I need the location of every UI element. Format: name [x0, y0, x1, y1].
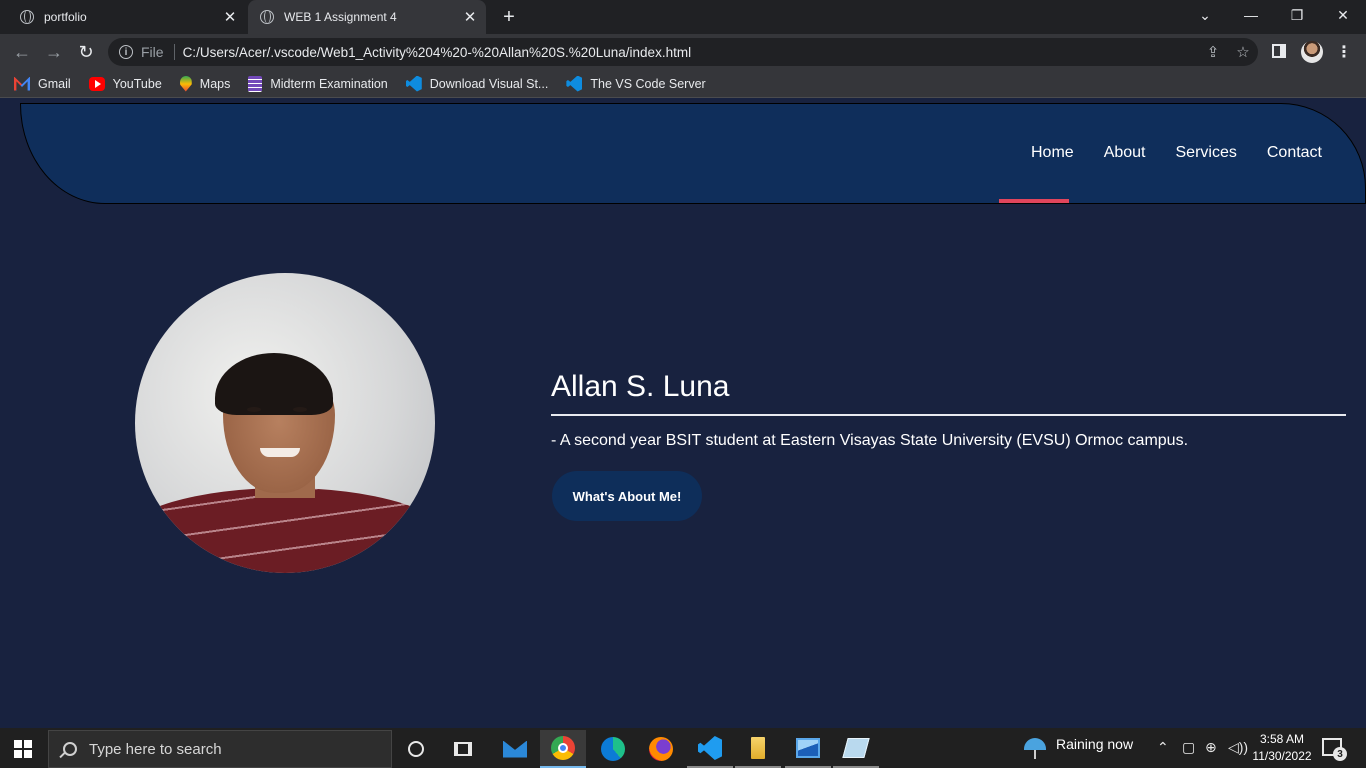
cortana-button[interactable]: [393, 730, 439, 768]
windows-taskbar: Type here to search Raining now ⌃ ▢ ⊕ ◁)…: [0, 728, 1366, 768]
browser-tab-bar: portfolio ✕ WEB 1 Assignment 4 ✕ + ⌄ — ❐…: [0, 0, 1366, 34]
active-nav-indicator: [999, 199, 1069, 203]
system-clock[interactable]: 3:58 AM 11/30/2022: [1250, 731, 1314, 765]
edge-app[interactable]: [590, 730, 636, 768]
network-globe-icon[interactable]: ⊕: [1205, 739, 1217, 756]
mail-icon: [503, 740, 527, 758]
portfolio-page: Home About Services Contact Allan S. Lun…: [0, 99, 1366, 728]
notepad-app[interactable]: [833, 730, 879, 768]
tab-search-button[interactable]: ⌄: [1182, 0, 1228, 30]
back-arrow-icon[interactable]: ←: [10, 40, 34, 64]
folder-icon: [751, 737, 765, 759]
windows-start-icon[interactable]: [14, 740, 32, 758]
side-panel-icon[interactable]: [1272, 44, 1286, 58]
restore-button[interactable]: ❐: [1274, 0, 1320, 30]
reload-icon[interactable]: ↻: [74, 40, 98, 64]
vscode-icon: [566, 75, 583, 92]
new-tab-button[interactable]: +: [498, 6, 520, 28]
tab-title: portfolio: [44, 10, 87, 24]
bookmark-label: Gmail: [38, 76, 71, 91]
notification-badge: 3: [1333, 747, 1347, 761]
profile-photo: [135, 273, 435, 573]
divider: [551, 414, 1346, 416]
volume-icon[interactable]: ◁)): [1228, 739, 1248, 756]
close-window-button[interactable]: ✕: [1320, 0, 1366, 30]
vscode-app[interactable]: [687, 730, 733, 768]
site-nav: Home About Services Contact: [1031, 144, 1322, 162]
globe-icon: [260, 10, 274, 24]
tab-title: WEB 1 Assignment 4: [284, 10, 397, 24]
profile-name: Allan S. Luna: [551, 370, 730, 403]
bookmark-label: YouTube: [112, 76, 162, 91]
bookmark-download-vs[interactable]: Download Visual St...: [405, 75, 549, 92]
cortana-icon: [408, 741, 424, 757]
chrome-app[interactable]: [540, 730, 586, 768]
clock-time: 3:58 AM: [1259, 732, 1305, 746]
scheme-label: File: [141, 44, 164, 60]
about-me-button[interactable]: What's About Me!: [552, 471, 702, 521]
nav-contact[interactable]: Contact: [1267, 144, 1322, 162]
vscode-icon: [405, 75, 422, 92]
file-explorer-app[interactable]: [735, 730, 781, 768]
tab-web1-assignment[interactable]: WEB 1 Assignment 4 ✕: [248, 0, 486, 34]
search-icon: [63, 742, 77, 756]
more-menu-icon[interactable]: ⋮: [1336, 42, 1352, 62]
info-icon[interactable]: i: [119, 45, 133, 59]
address-bar[interactable]: i File C:/Users/Acer/.vscode/Web1_Activi…: [108, 38, 1258, 66]
photos-icon: [796, 738, 820, 758]
task-view-icon: [454, 742, 472, 756]
divider: [173, 44, 175, 60]
task-view-button[interactable]: [440, 730, 486, 768]
bookmark-vscode-server[interactable]: The VS Code Server: [566, 75, 706, 92]
bookmark-gmail[interactable]: Gmail: [14, 76, 71, 91]
umbrella-icon: [1024, 738, 1046, 759]
youtube-icon: [88, 76, 105, 91]
browser-toolbar: ← → ↻ i File C:/Users/Acer/.vscode/Web1_…: [0, 34, 1366, 70]
profile-avatar[interactable]: [1301, 41, 1323, 63]
vscode-icon: [698, 736, 722, 760]
bookmark-label: Midterm Examination: [270, 76, 388, 91]
mail-app[interactable]: [492, 730, 538, 768]
bookmark-maps[interactable]: Maps: [179, 75, 231, 92]
nav-services[interactable]: Services: [1176, 144, 1237, 162]
maps-icon: [179, 75, 192, 92]
bookmark-youtube[interactable]: YouTube: [88, 76, 162, 91]
weather-widget[interactable]: Raining now: [1024, 736, 1134, 759]
close-icon[interactable]: ✕: [220, 7, 240, 27]
tab-portfolio[interactable]: portfolio ✕: [8, 0, 246, 34]
edge-icon: [601, 737, 625, 761]
gmail-icon: [14, 76, 30, 91]
bookmark-star-icon[interactable]: ☆: [1228, 43, 1258, 61]
taskbar-search-box[interactable]: Type here to search: [48, 730, 392, 768]
weather-text: Raining now: [1056, 736, 1134, 752]
bookmark-label: Download Visual St...: [429, 76, 549, 91]
search-placeholder: Type here to search: [89, 740, 222, 758]
meet-now-icon[interactable]: ▢: [1182, 739, 1195, 756]
chrome-icon: [551, 736, 575, 760]
nav-about[interactable]: About: [1104, 144, 1146, 162]
bookmark-label: Maps: [199, 76, 231, 91]
clock-date: 11/30/2022: [1252, 749, 1312, 763]
firefox-icon: [649, 737, 673, 761]
photos-app[interactable]: [785, 730, 831, 768]
share-icon[interactable]: ⇪: [1198, 43, 1228, 61]
chevron-up-icon[interactable]: ⌃: [1157, 739, 1169, 756]
notepad-icon: [842, 738, 870, 758]
globe-icon: [20, 10, 34, 24]
close-icon[interactable]: ✕: [460, 7, 480, 27]
url-text[interactable]: C:/Users/Acer/.vscode/Web1_Activity%204%…: [183, 45, 1198, 60]
bookmark-label: The VS Code Server: [590, 76, 706, 91]
bookmarks-bar: Gmail YouTube Maps Midterm Examination D…: [0, 70, 1366, 98]
profile-tagline: - A second year BSIT student at Eastern …: [551, 432, 1189, 449]
nav-home[interactable]: Home: [1031, 144, 1074, 162]
firefox-app[interactable]: [638, 730, 684, 768]
bookmark-midterm[interactable]: Midterm Examination: [248, 75, 388, 92]
minimize-button[interactable]: —: [1228, 0, 1274, 30]
forward-arrow-icon[interactable]: →: [42, 40, 66, 64]
forms-icon: [248, 75, 263, 92]
